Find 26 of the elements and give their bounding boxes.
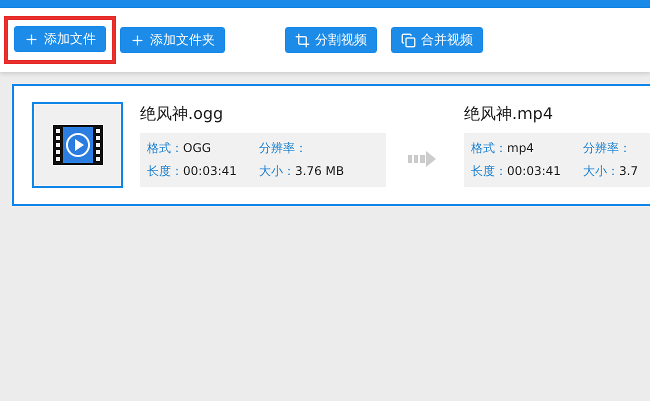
info-value: 00:03:41 xyxy=(183,164,237,178)
info-value: OGG xyxy=(183,140,212,154)
file-name: 绝风神.ogg xyxy=(140,104,224,124)
toolbar-button[interactable]: 分割视频 xyxy=(285,27,377,53)
info-value: 3.7 xyxy=(619,164,638,178)
info-value: 00:03:41 xyxy=(507,164,561,178)
info-value: mp4 xyxy=(507,140,534,154)
info-label: 大小： xyxy=(259,164,295,178)
crop-icon xyxy=(295,32,310,48)
plus-icon xyxy=(24,32,39,46)
toolbar-button[interactable]: 添加文件夹 xyxy=(120,27,225,53)
info-value: 3.76 MB xyxy=(295,164,344,178)
info-label: 格式： xyxy=(147,140,183,154)
info-label: 分辨率： xyxy=(259,140,307,154)
info-label: 长度： xyxy=(471,164,507,178)
toolbar-button[interactable]: 合并视频 xyxy=(391,27,483,53)
toolbar-button[interactable]: 添加文件 xyxy=(14,26,106,52)
info-label: 分辨率： xyxy=(583,140,631,154)
info-label: 格式： xyxy=(471,140,507,154)
info-label: 长度： xyxy=(147,164,183,178)
file-name: 绝风神.mp4 xyxy=(464,104,554,124)
info-label: 大小： xyxy=(583,164,619,178)
plus-icon xyxy=(130,32,145,48)
copy-icon xyxy=(401,32,416,48)
arrow-icon xyxy=(408,151,438,167)
video-file-icon xyxy=(52,125,102,165)
